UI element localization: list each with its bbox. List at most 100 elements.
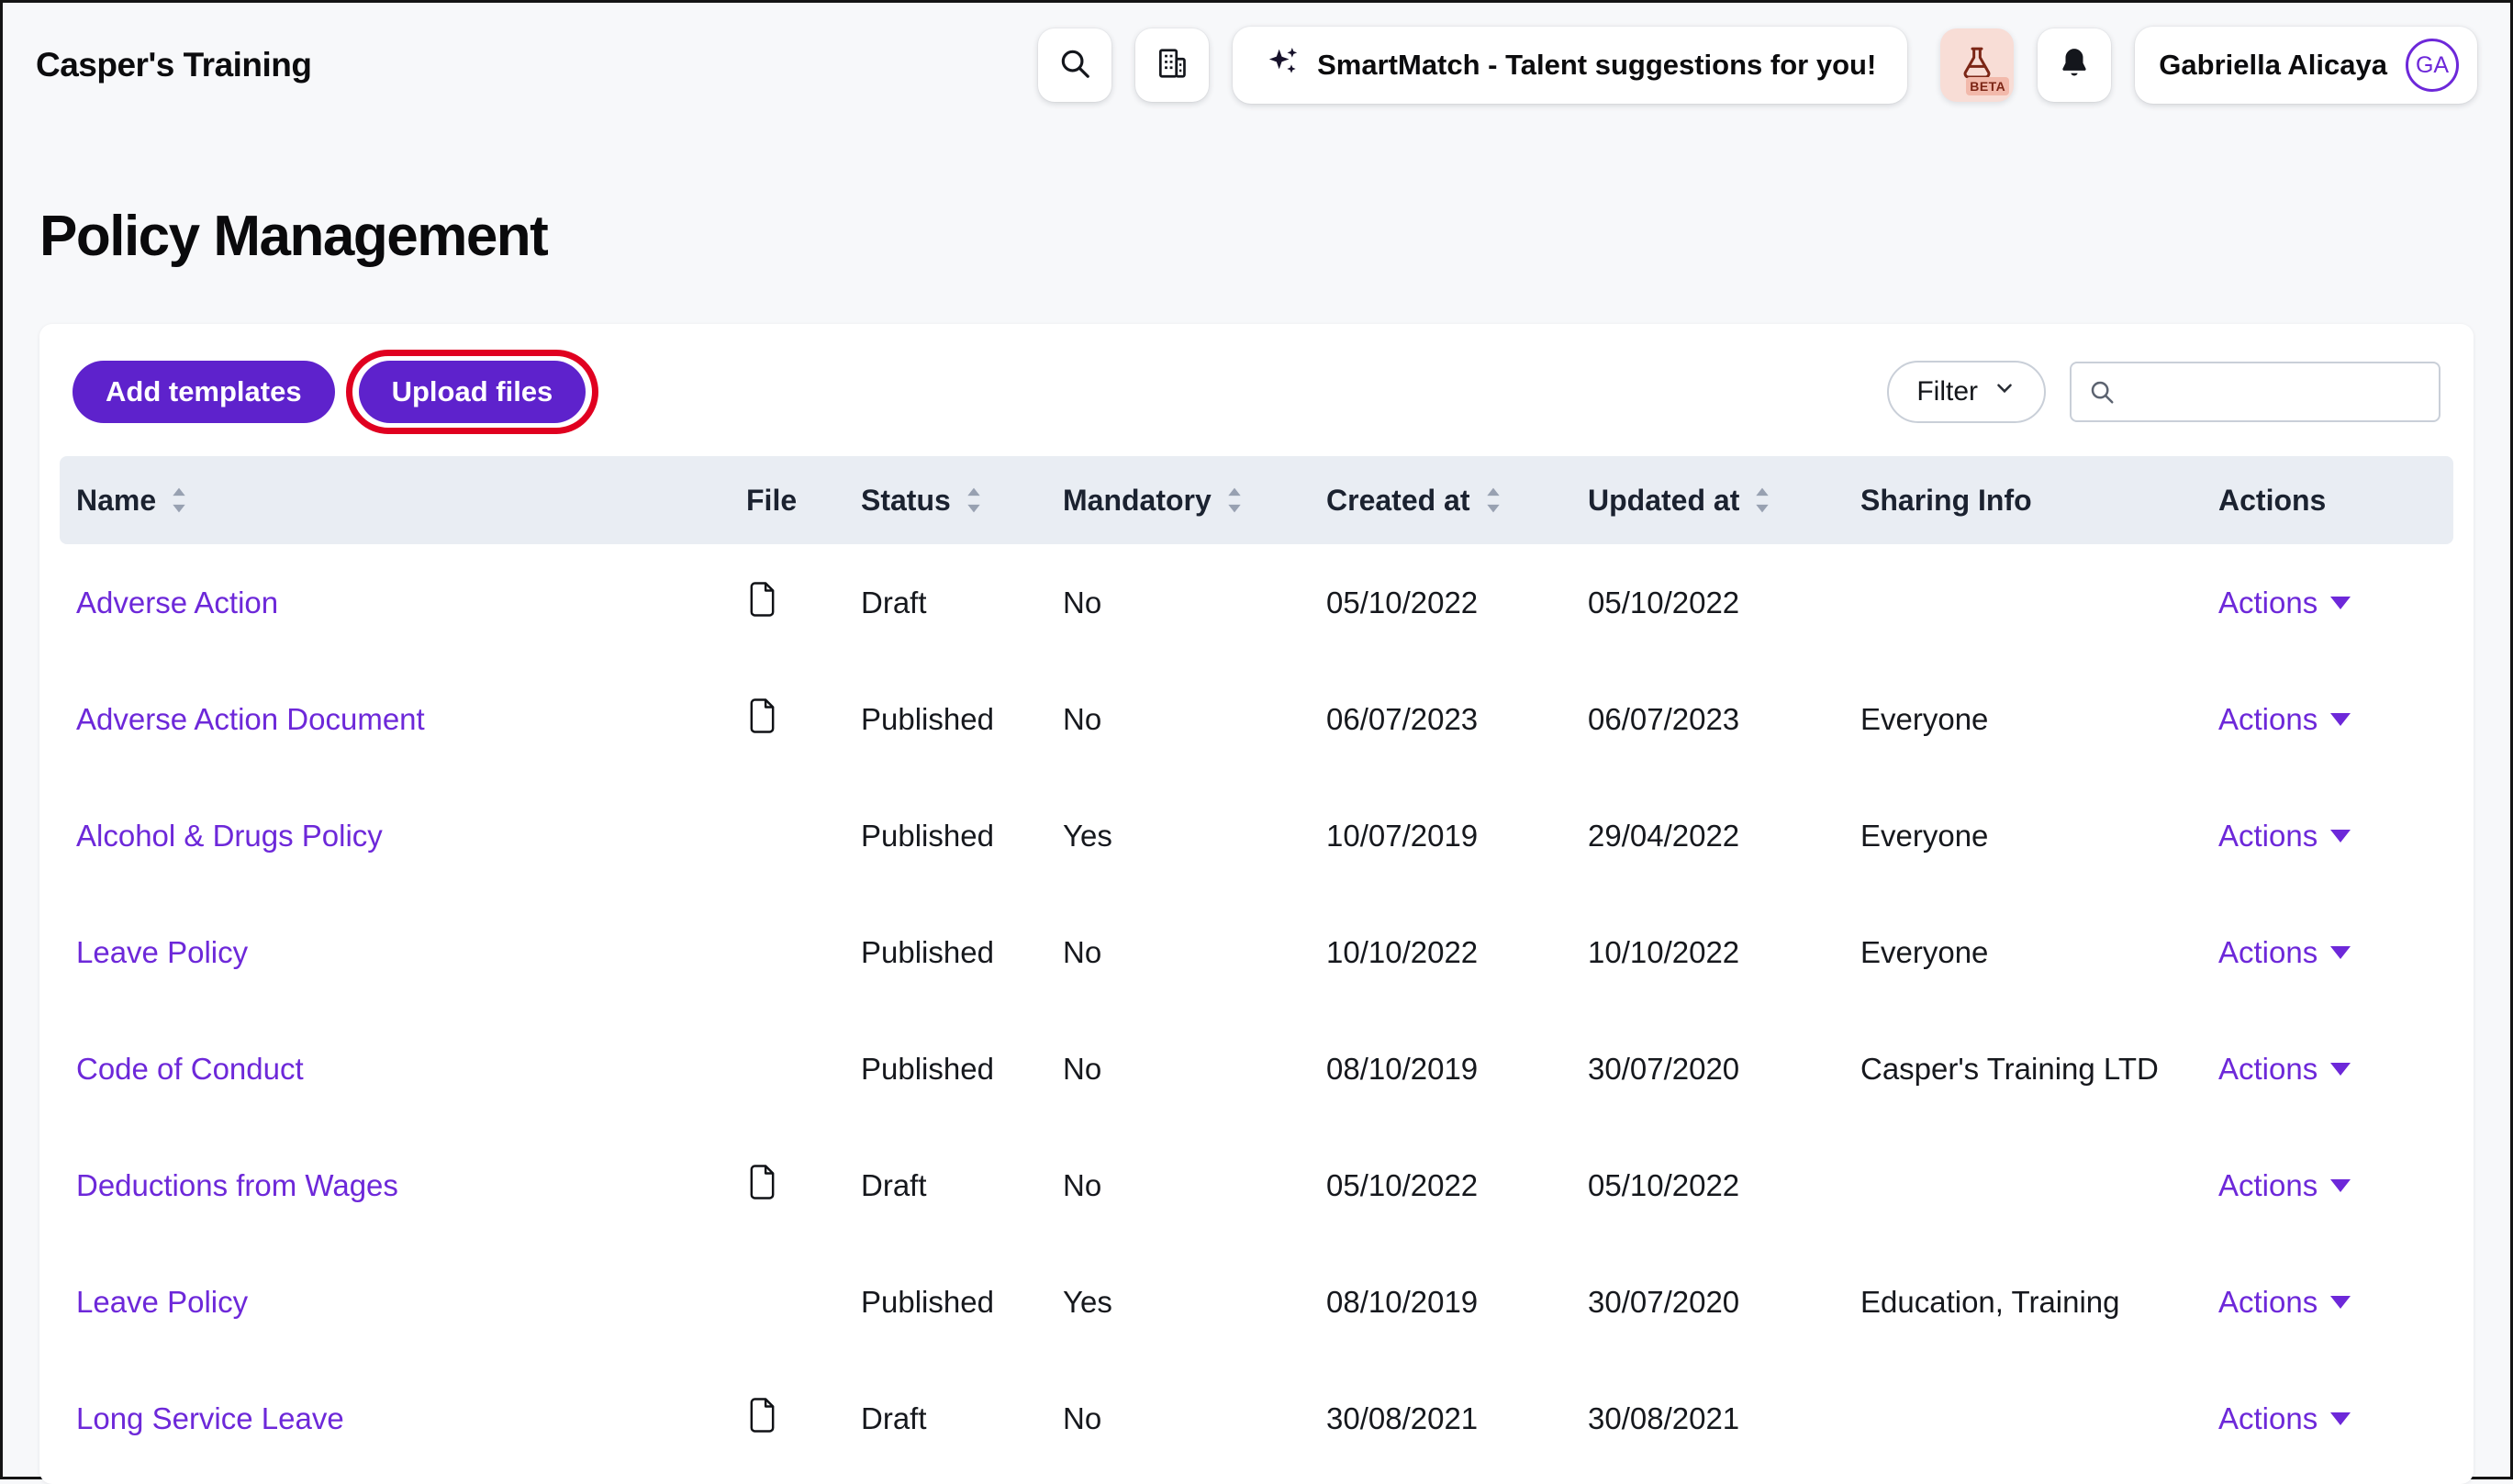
actions-dropdown[interactable]: Actions [2218, 1285, 2351, 1320]
updated-at-cell: 29/04/2022 [1579, 777, 1851, 894]
file-document-icon[interactable] [746, 1163, 778, 1201]
chevron-down-icon [2330, 597, 2351, 609]
policy-card: Add templates Upload files Filter [39, 324, 2474, 1484]
status-cell: Published [852, 661, 1054, 777]
chevron-down-icon [2330, 1179, 2351, 1192]
topbar-actions: SmartMatch - Talent suggestions for you!… [1038, 27, 2477, 104]
column-header-created-at[interactable]: Created at [1317, 456, 1579, 544]
created-at-cell: 08/10/2019 [1317, 1010, 1579, 1127]
updated-at-cell: 30/07/2020 [1579, 1244, 1851, 1360]
smartmatch-button[interactable]: SmartMatch - Talent suggestions for you! [1233, 27, 1907, 104]
mandatory-cell: No [1054, 894, 1317, 1010]
actions-dropdown[interactable]: Actions [2218, 1168, 2351, 1203]
policy-name-link[interactable]: Adverse Action [76, 586, 278, 619]
building-icon [1155, 46, 1189, 85]
mandatory-cell: No [1054, 1127, 1317, 1244]
actions-dropdown[interactable]: Actions [2218, 702, 2351, 737]
smartmatch-label: SmartMatch - Talent suggestions for you! [1317, 49, 1876, 82]
mandatory-cell: No [1054, 544, 1317, 661]
card-toolbar: Add templates Upload files Filter [39, 324, 2474, 456]
table-row: Alcohol & Drugs Policy Published Yes 10/… [60, 777, 2453, 894]
created-at-cell: 06/07/2023 [1317, 661, 1579, 777]
actions-dropdown[interactable]: Actions [2218, 586, 2351, 620]
policy-name-link[interactable]: Adverse Action Document [76, 702, 425, 736]
topbar: Casper's Training SmartMatch - Talent su… [3, 3, 2510, 120]
column-header-mandatory[interactable]: Mandatory [1054, 456, 1317, 544]
table-header-row: Name File Status Mandatory Created at Up… [60, 456, 2453, 544]
chevron-down-icon [1993, 376, 2016, 407]
file-document-icon[interactable] [746, 697, 778, 735]
search-button[interactable] [1038, 28, 1111, 102]
updated-at-cell: 30/07/2020 [1579, 1010, 1851, 1127]
chevron-down-icon [2330, 946, 2351, 959]
policy-name-link[interactable]: Code of Conduct [76, 1052, 304, 1086]
updated-at-cell: 05/10/2022 [1579, 1127, 1851, 1244]
status-cell: Draft [852, 544, 1054, 661]
column-header-name[interactable]: Name [60, 456, 737, 544]
add-templates-button[interactable]: Add templates [73, 361, 335, 423]
actions-dropdown[interactable]: Actions [2218, 819, 2351, 854]
status-cell: Published [852, 894, 1054, 1010]
policy-name-link[interactable]: Alcohol & Drugs Policy [76, 819, 383, 853]
chevron-down-icon [2330, 1063, 2351, 1076]
created-at-cell: 30/08/2021 [1317, 1360, 1579, 1477]
created-at-cell: 05/10/2022 [1317, 1127, 1579, 1244]
user-name: Gabriella Alicaya [2159, 49, 2387, 82]
labs-button[interactable]: BETA [1940, 28, 2014, 102]
updated-at-cell: 10/10/2022 [1579, 894, 1851, 1010]
table-row: Leave Policy Published Yes 08/10/2019 30… [60, 1244, 2453, 1360]
policy-name-link[interactable]: Leave Policy [76, 1285, 248, 1319]
search-icon [1057, 46, 1092, 85]
mandatory-cell: No [1054, 1360, 1317, 1477]
table-row: Code of Conduct Published No 08/10/2019 … [60, 1010, 2453, 1127]
sort-icon [1748, 485, 1776, 516]
status-cell: Published [852, 1010, 1054, 1127]
table-row: Adverse Action Draft No 05/10/2022 05/10… [60, 544, 2453, 661]
column-header-file: File [737, 456, 852, 544]
sort-icon [165, 485, 193, 516]
sort-icon [1221, 485, 1248, 516]
notifications-button[interactable] [2038, 28, 2111, 102]
updated-at-cell: 06/07/2023 [1579, 661, 1851, 777]
bell-icon [2057, 46, 2092, 85]
sharing-info-cell [1851, 1127, 2209, 1244]
actions-dropdown[interactable]: Actions [2218, 935, 2351, 970]
organisation-button[interactable] [1135, 28, 1209, 102]
column-header-sharing-info: Sharing Info [1851, 456, 2209, 544]
column-header-status[interactable]: Status [852, 456, 1054, 544]
sort-icon [1480, 485, 1507, 516]
user-menu[interactable]: Gabriella Alicaya GA [2135, 27, 2477, 104]
created-at-cell: 05/10/2022 [1317, 544, 1579, 661]
actions-dropdown[interactable]: Actions [2218, 1052, 2351, 1087]
table-search-input[interactable] [2070, 362, 2440, 422]
chevron-down-icon [2330, 1412, 2351, 1425]
policy-name-link[interactable]: Long Service Leave [76, 1401, 344, 1435]
column-header-updated-at[interactable]: Updated at [1579, 456, 1851, 544]
chevron-down-icon [2330, 830, 2351, 842]
sharing-info-cell: Everyone [1851, 894, 2209, 1010]
sharing-info-cell: Education, Training [1851, 1244, 2209, 1360]
status-cell: Draft [852, 1127, 1054, 1244]
status-cell: Draft [852, 1360, 1054, 1477]
policy-name-link[interactable]: Leave Policy [76, 935, 248, 969]
file-document-icon[interactable] [746, 1396, 778, 1434]
file-document-icon[interactable] [746, 580, 778, 619]
policy-name-link[interactable]: Deductions from Wages [76, 1168, 398, 1202]
table-row: Adverse Action Document Published No 06/… [60, 661, 2453, 777]
column-header-actions: Actions [2209, 456, 2453, 544]
page-title: Policy Management [39, 208, 2510, 265]
filter-button[interactable]: Filter [1887, 361, 2046, 423]
actions-dropdown[interactable]: Actions [2218, 1401, 2351, 1436]
policy-table: Name File Status Mandatory Created at Up… [39, 456, 2474, 1477]
sharing-info-cell: Everyone [1851, 777, 2209, 894]
updated-at-cell: 05/10/2022 [1579, 544, 1851, 661]
upload-files-button[interactable]: Upload files [359, 361, 586, 423]
created-at-cell: 08/10/2019 [1317, 1244, 1579, 1360]
sort-icon [960, 485, 988, 516]
filter-label: Filter [1916, 376, 1978, 407]
chevron-down-icon [2330, 713, 2351, 726]
sharing-info-cell [1851, 1360, 2209, 1477]
chevron-down-icon [2330, 1296, 2351, 1309]
status-cell: Published [852, 1244, 1054, 1360]
status-cell: Published [852, 777, 1054, 894]
